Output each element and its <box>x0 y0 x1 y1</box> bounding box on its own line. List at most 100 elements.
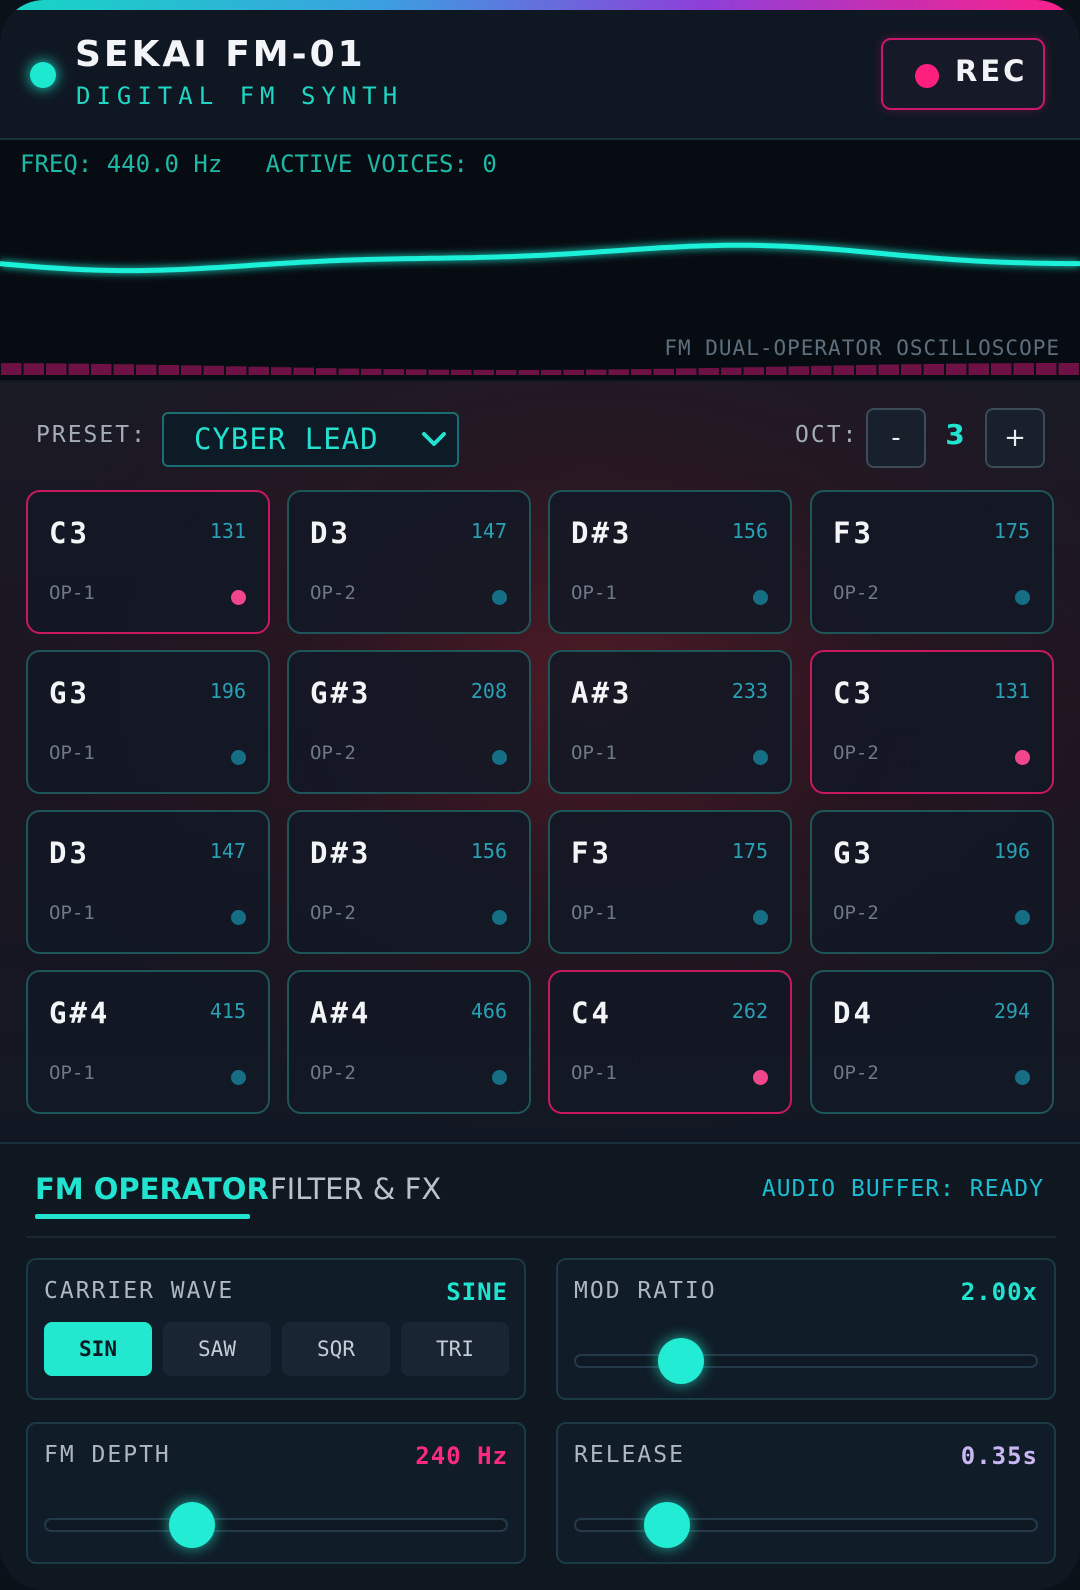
spectrum-bar <box>518 370 539 375</box>
spectrum-bar <box>406 369 427 375</box>
note-pad-frequency: 156 <box>470 839 507 863</box>
mod-ratio-value: 2.00x <box>960 1278 1038 1306</box>
note-pad[interactable]: C4 262 OP-1 <box>548 970 792 1114</box>
wave-option-tri[interactable]: TRI <box>401 1322 509 1376</box>
tab-fm-operator[interactable]: FM OPERATOR <box>35 1172 269 1206</box>
record-dot-icon <box>915 64 939 88</box>
spectrum-bar <box>991 363 1012 375</box>
note-pad[interactable]: G3 196 OP-2 <box>810 810 1054 954</box>
app-subtitle: DIGITAL FM SYNTH <box>76 82 404 110</box>
status-dot-icon <box>492 750 507 765</box>
spectrum-bar <box>496 370 517 375</box>
wave-option-saw[interactable]: SAW <box>163 1322 271 1376</box>
note-pad-frequency: 294 <box>993 999 1030 1023</box>
note-pad[interactable]: G#3 208 OP-2 <box>287 650 531 794</box>
note-pad[interactable]: A#4 466 OP-2 <box>287 970 531 1114</box>
spectrum-bar <box>338 368 359 375</box>
header: SEKAI FM-01 DIGITAL FM SYNTH REC <box>0 10 1080 140</box>
note-pad-label: A#4 <box>310 996 372 1030</box>
note-pad-frequency: 196 <box>993 839 1030 863</box>
preset-value: CYBER LEAD <box>194 422 379 456</box>
note-pad-operator: OP-1 <box>49 1062 95 1084</box>
note-pad[interactable]: C3 131 OP-2 <box>810 650 1054 794</box>
spectrum-bar <box>68 363 89 375</box>
rec-button[interactable]: REC <box>881 38 1045 110</box>
spectrum-bar <box>721 367 742 375</box>
spectrum-bar <box>676 368 697 375</box>
mod-ratio-slider-track[interactable] <box>574 1354 1038 1368</box>
note-pad-label: C3 <box>833 676 874 710</box>
note-pad[interactable]: D3 147 OP-2 <box>287 490 531 634</box>
status-dot-icon <box>492 1070 507 1085</box>
note-pad-operator: OP-2 <box>833 742 879 764</box>
fm-depth-card: FM DEPTH 240 Hz <box>26 1422 526 1564</box>
note-pad-frequency: 131 <box>993 679 1030 703</box>
wave-option-sqr[interactable]: SQR <box>282 1322 390 1376</box>
spectrum-bar <box>923 363 944 375</box>
note-pad-operator: OP-2 <box>310 582 356 604</box>
note-pad[interactable]: D3 147 OP-1 <box>26 810 270 954</box>
note-pad-label: G3 <box>833 836 874 870</box>
note-pad-operator: OP-2 <box>310 902 356 924</box>
note-pad-operator: OP-1 <box>49 902 95 924</box>
spectrum-bar <box>158 365 179 375</box>
spectrum-bar <box>856 364 877 375</box>
spectrum-bar <box>203 365 224 375</box>
octave-label: OCT: <box>795 422 859 448</box>
note-pad-label: D3 <box>49 836 90 870</box>
spectrum-bar <box>586 369 607 375</box>
fm-depth-slider-thumb[interactable] <box>169 1502 216 1548</box>
note-pad[interactable]: A#3 233 OP-1 <box>548 650 792 794</box>
note-pad[interactable]: G#4 415 OP-1 <box>26 970 270 1114</box>
fm-depth-value: 240 Hz <box>415 1442 508 1470</box>
spectrum-bar <box>226 366 247 375</box>
note-pad[interactable]: D4 294 OP-2 <box>810 970 1054 1114</box>
note-pad[interactable]: D#3 156 OP-1 <box>548 490 792 634</box>
note-pad-frequency: 466 <box>470 999 507 1023</box>
spectrum-bar <box>968 363 989 375</box>
spectrum-bar <box>1 363 22 375</box>
tab-filter-fx[interactable]: FILTER & FX <box>270 1172 441 1206</box>
spectrum-bar <box>1036 363 1057 375</box>
note-pad[interactable]: F3 175 OP-2 <box>810 490 1054 634</box>
spectrum-bar <box>316 368 337 375</box>
spectrum-bar <box>698 368 719 375</box>
release-slider-thumb[interactable] <box>643 1502 690 1548</box>
octave-up-button[interactable]: + <box>985 408 1045 468</box>
spectrum-bar <box>91 363 112 375</box>
note-pad-frequency: 415 <box>209 999 246 1023</box>
spectrum-bar <box>451 369 472 375</box>
pad-panel: PRESET: CYBER LEAD OCT: - 3 + C3 131 OP-1 D… <box>0 382 1080 1142</box>
status-dot-icon <box>1015 750 1030 765</box>
octave-down-button[interactable]: - <box>866 408 926 468</box>
note-pad-operator: OP-1 <box>571 742 617 764</box>
status-dot-icon <box>1015 590 1030 605</box>
note-pad[interactable]: F3 175 OP-1 <box>548 810 792 954</box>
release-value: 0.35s <box>960 1442 1038 1470</box>
rec-label: REC <box>955 54 1028 88</box>
note-pad-label: D4 <box>833 996 874 1030</box>
preset-select[interactable]: CYBER LEAD <box>162 412 459 467</box>
spectrum-bar <box>46 363 67 375</box>
note-pad-label: A#3 <box>571 676 633 710</box>
status-dot-icon <box>753 750 768 765</box>
note-pad[interactable]: D#3 156 OP-2 <box>287 810 531 954</box>
waveform-line <box>0 242 1080 274</box>
wave-option-sin[interactable]: SIN <box>44 1322 152 1376</box>
mod-ratio-slider-thumb[interactable] <box>657 1338 704 1384</box>
spectrum-bar <box>383 369 404 375</box>
carrier-wave-card: CARRIER WAVE SINE SIN SAW SQR TRI <box>26 1258 526 1400</box>
spectrum-bar <box>271 367 292 375</box>
note-pad[interactable]: C3 131 OP-1 <box>26 490 270 634</box>
fm-depth-slider-track[interactable] <box>44 1518 508 1532</box>
note-pad-label: F3 <box>833 516 874 550</box>
release-label: RELEASE <box>574 1442 685 1468</box>
note-pad-label: D#3 <box>310 836 372 870</box>
note-pad[interactable]: G3 196 OP-1 <box>26 650 270 794</box>
spectrum-bar <box>563 369 584 375</box>
mod-ratio-label: MOD RATIO <box>574 1278 717 1304</box>
spectrum-bar <box>248 366 269 375</box>
chevron-down-icon <box>422 432 446 446</box>
note-pad-frequency: 262 <box>731 999 768 1023</box>
note-pad-label: G3 <box>49 676 90 710</box>
